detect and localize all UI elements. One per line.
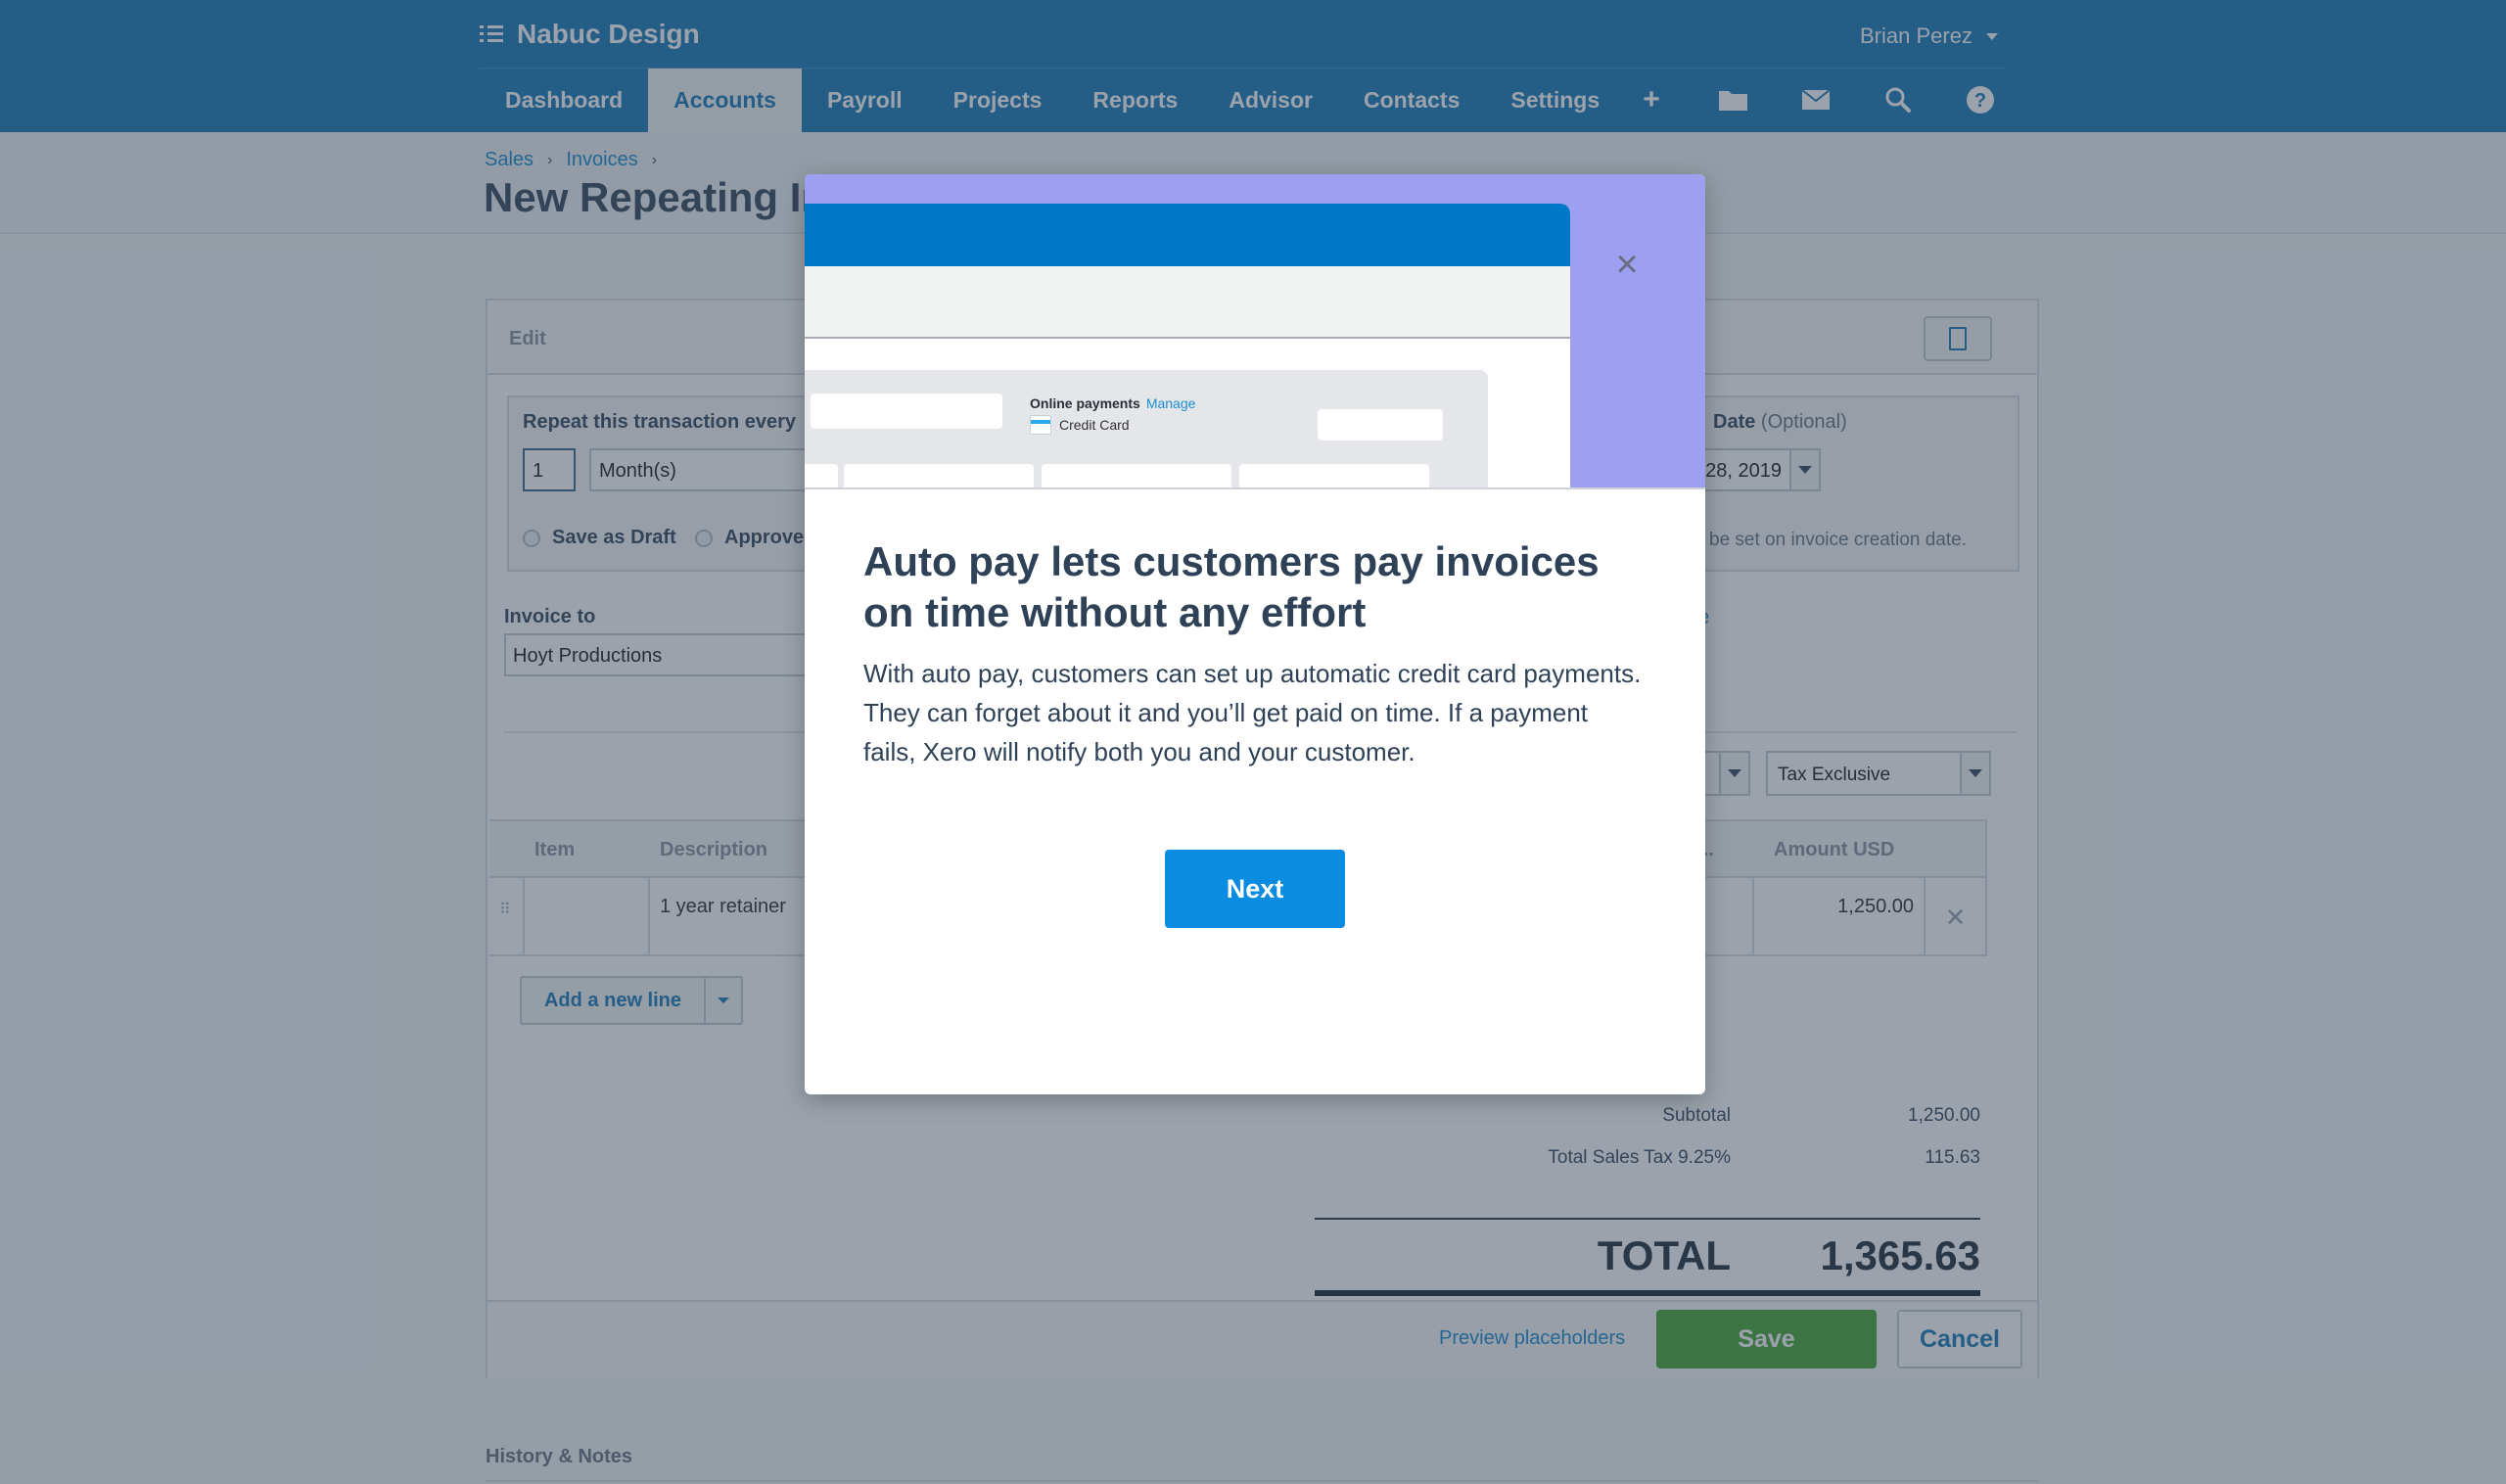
online-payments-label: Online payments Manage: [1030, 395, 1195, 411]
credit-card-option: Credit Card: [1030, 415, 1130, 435]
auto-pay-modal: Online payments Manage Credit Card × Auto…: [805, 174, 1705, 1094]
next-button[interactable]: Next: [1165, 850, 1345, 928]
modal-title: Auto pay lets customers pay invoices on …: [863, 538, 1600, 635]
credit-card-text: Credit Card: [1059, 417, 1130, 433]
illustration-window: Online payments Manage Credit Card: [805, 204, 1570, 487]
illustration-field: [1239, 464, 1429, 487]
illustration-field: [811, 394, 1002, 429]
online-payments-text: Online payments: [1030, 395, 1140, 411]
illustration-field: [1318, 409, 1443, 441]
illustration-field: [805, 464, 838, 487]
illustration-field: [1042, 464, 1231, 487]
manage-link-text: Manage: [1145, 395, 1196, 411]
auto-pay-illustration: Online payments Manage Credit Card ×: [805, 174, 1705, 489]
illustration-toolbar: [805, 266, 1570, 339]
illustration-field: [844, 464, 1034, 487]
close-icon[interactable]: ×: [1607, 245, 1647, 284]
credit-card-icon: [1030, 415, 1051, 435]
illustration-card: Online payments Manage Credit Card: [805, 370, 1488, 487]
modal-body: With auto pay, customers can set up auto…: [863, 659, 1642, 766]
illustration-header: [805, 204, 1570, 266]
